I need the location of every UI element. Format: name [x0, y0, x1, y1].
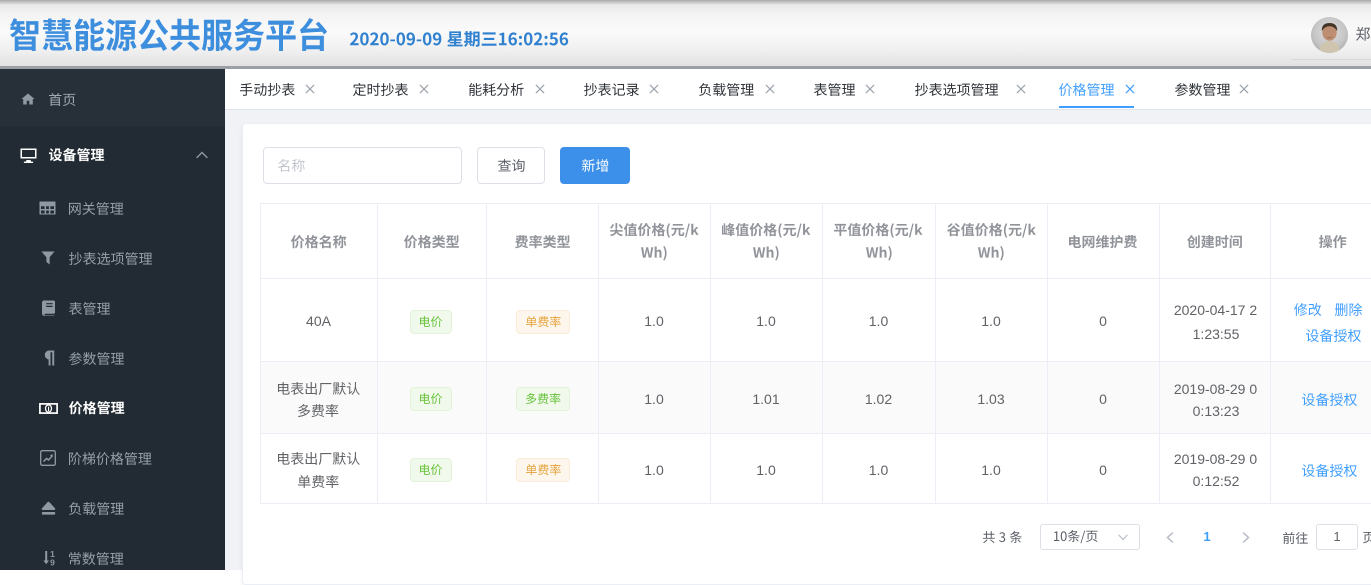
svg-text:9: 9	[50, 558, 55, 567]
